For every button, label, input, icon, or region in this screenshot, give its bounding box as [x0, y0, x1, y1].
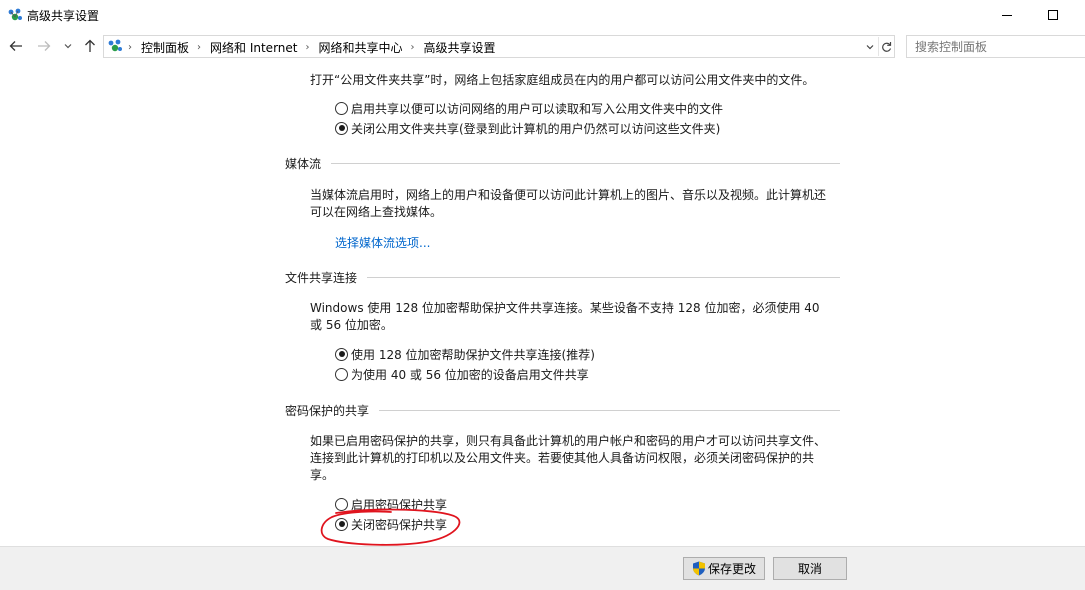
radio-label[interactable]: 关闭密码保护共享 [351, 516, 447, 533]
breadcrumb-network-internet[interactable]: 网络和 Internet [210, 39, 297, 56]
arrow-left-icon [9, 41, 22, 51]
radio-disable-public-sharing[interactable]: 关闭公用文件夹共享(登录到此计算机的用户仍然可以访问这些文件夹) [335, 120, 720, 136]
radio-40-56bit-encryption[interactable]: 为使用 40 或 56 位加密的设备启用文件共享 [335, 366, 589, 382]
file-sharing-description: Windows 使用 128 位加密帮助保护文件共享连接。某些设备不支持 128… [310, 301, 820, 332]
footer-bar: 保存更改 取消 [0, 546, 1085, 590]
radio-button-checked[interactable] [335, 517, 348, 531]
uac-shield-icon [692, 561, 705, 576]
radio-button[interactable] [335, 367, 348, 381]
arrow-up-icon [85, 39, 95, 52]
radio-enable-password-sharing[interactable]: 启用密码保护共享 [335, 496, 447, 512]
main-content: 打开“公用文件夹共享”时，网络上包括家庭组成员在内的用户都可以访问公用文件夹中的… [0, 62, 1085, 546]
forward-button[interactable] [34, 36, 54, 56]
divider [379, 410, 840, 411]
chevron-right-icon[interactable]: › [305, 42, 309, 53]
cancel-label: 取消 [797, 562, 822, 576]
public-folder-description: 打开“公用文件夹共享”时，网络上包括家庭组成员在内的用户都可以访问公用文件夹中的… [310, 73, 815, 87]
minimize-button[interactable] [984, 0, 1030, 30]
section-password-sharing: 密码保护的共享 [285, 402, 840, 419]
window-title: 高级共享设置 [27, 9, 100, 23]
section-heading: 密码保护的共享 [285, 404, 370, 418]
radio-button[interactable] [335, 101, 348, 115]
navigation-bar: › 控制面板 › 网络和 Internet › 网络和共享中心 › 高级共享设置 [0, 32, 1085, 62]
network-icon [108, 39, 122, 52]
radio-label[interactable]: 使用 128 位加密帮助保护文件共享连接(推荐) [351, 346, 595, 363]
up-button[interactable] [80, 36, 100, 56]
save-changes-button[interactable]: 保存更改 [683, 557, 765, 580]
radio-label[interactable]: 关闭公用文件夹共享(登录到此计算机的用户仍然可以访问这些文件夹) [351, 120, 720, 137]
password-sharing-description: 如果已启用密码保护的共享，则只有具备此计算机的用户帐户和密码的用户才可以访问共享… [310, 434, 827, 482]
network-icon [8, 8, 22, 21]
chevron-right-icon[interactable]: › [411, 42, 415, 53]
section-file-sharing: 文件共享连接 [285, 269, 840, 286]
chevron-down-icon [866, 44, 874, 49]
breadcrumb-advanced-sharing[interactable]: 高级共享设置 [424, 39, 496, 56]
radio-button-checked[interactable] [335, 121, 348, 135]
radio-label[interactable]: 启用共享以便可以访问网络的用户可以读取和写入公用文件夹中的文件 [351, 100, 723, 117]
address-bar[interactable]: › 控制面板 › 网络和 Internet › 网络和共享中心 › 高级共享设置 [103, 35, 895, 58]
address-dropdown-button[interactable] [863, 38, 877, 55]
back-button[interactable] [6, 36, 26, 56]
maximize-button[interactable] [1030, 0, 1076, 30]
minimize-icon [1002, 14, 1012, 16]
divider [331, 163, 840, 164]
maximize-icon [1048, 10, 1058, 20]
recent-locations-button[interactable] [58, 36, 78, 56]
radio-128bit-encryption[interactable]: 使用 128 位加密帮助保护文件共享连接(推荐) [335, 346, 595, 362]
search-input[interactable] [915, 38, 1080, 55]
chevron-right-icon[interactable]: › [197, 42, 201, 53]
cancel-button[interactable]: 取消 [773, 557, 847, 580]
radio-enable-public-sharing[interactable]: 启用共享以便可以访问网络的用户可以读取和写入公用文件夹中的文件 [335, 100, 723, 116]
chevron-right-icon[interactable]: › [128, 42, 132, 53]
refresh-button[interactable] [878, 37, 894, 56]
arrow-right-icon [38, 41, 51, 51]
breadcrumb-control-panel[interactable]: 控制面板 [141, 39, 189, 56]
radio-label[interactable]: 启用密码保护共享 [351, 496, 447, 513]
radio-button-checked[interactable] [335, 347, 348, 361]
radio-button[interactable] [335, 497, 348, 511]
divider [367, 277, 840, 278]
chevron-down-icon [64, 44, 72, 49]
section-media-streaming: 媒体流 [285, 155, 840, 172]
radio-disable-password-sharing[interactable]: 关闭密码保护共享 [335, 516, 447, 532]
search-box[interactable] [906, 35, 1085, 58]
section-heading: 媒体流 [285, 157, 322, 171]
radio-label[interactable]: 为使用 40 或 56 位加密的设备启用文件共享 [351, 366, 589, 383]
title-bar: 高级共享设置 [0, 0, 1085, 30]
breadcrumb: › 控制面板 › 网络和 Internet › 网络和共享中心 › 高级共享设置 [126, 39, 496, 55]
media-streaming-description: 当媒体流启用时，网络上的用户和设备便可以访问此计算机上的图片、音乐以及视频。此计… [310, 188, 827, 219]
refresh-icon [882, 41, 892, 52]
breadcrumb-network-sharing-center[interactable]: 网络和共享中心 [318, 39, 402, 56]
choose-media-streaming-link[interactable]: 选择媒体流选项... [335, 234, 430, 251]
section-heading: 文件共享连接 [285, 271, 358, 285]
save-changes-label: 保存更改 [707, 562, 756, 576]
